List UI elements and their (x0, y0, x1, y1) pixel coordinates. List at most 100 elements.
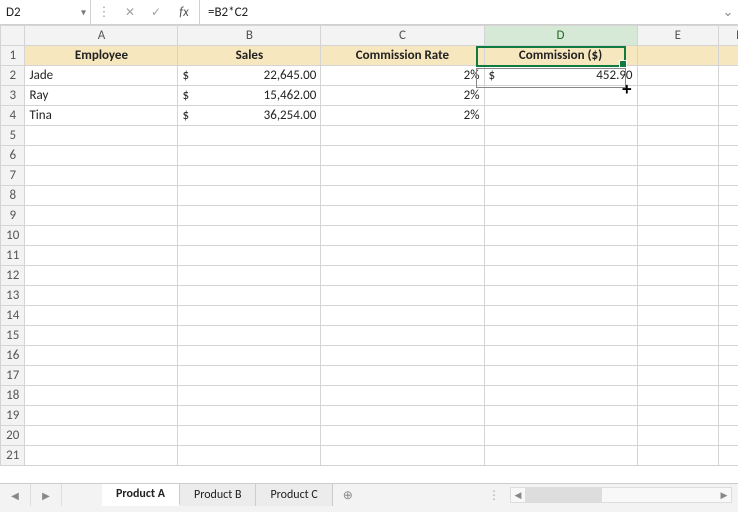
row-header[interactable]: 19 (1, 406, 25, 426)
cell[interactable] (719, 326, 738, 346)
cell[interactable]: 2% (321, 86, 484, 106)
cell[interactable] (719, 266, 738, 286)
cell[interactable] (321, 166, 484, 186)
cell[interactable]: $15,462.00 (178, 86, 321, 106)
row-header[interactable]: 4 (1, 106, 25, 126)
expand-formula-icon[interactable]: ⌄ (718, 0, 738, 24)
cell[interactable] (484, 246, 637, 266)
cell[interactable] (25, 146, 178, 166)
cell[interactable] (719, 206, 738, 226)
cell[interactable] (484, 406, 637, 426)
cell[interactable] (484, 266, 637, 286)
cell[interactable] (484, 186, 637, 206)
cell[interactable] (637, 166, 719, 186)
cell[interactable] (178, 286, 321, 306)
cell[interactable] (637, 106, 719, 126)
cell[interactable] (321, 326, 484, 346)
row-header[interactable]: 16 (1, 346, 25, 366)
scroll-thumb[interactable] (525, 488, 602, 502)
cell[interactable] (321, 126, 484, 146)
cell[interactable] (637, 206, 719, 226)
cell[interactable] (321, 346, 484, 366)
cell[interactable] (25, 186, 178, 206)
sheet-tab[interactable]: Product A (102, 484, 180, 506)
scroll-left-icon[interactable]: ◀ (511, 490, 525, 501)
row-header[interactable]: 11 (1, 246, 25, 266)
cell[interactable] (178, 346, 321, 366)
column-header-A[interactable]: A (25, 26, 178, 46)
cell[interactable] (484, 306, 637, 326)
cell[interactable] (719, 86, 738, 106)
cell[interactable] (321, 306, 484, 326)
cell[interactable] (719, 286, 738, 306)
cell[interactable] (25, 326, 178, 346)
column-header-C[interactable]: C (321, 26, 484, 46)
row-header[interactable]: 17 (1, 366, 25, 386)
cell[interactable] (637, 386, 719, 406)
row-header[interactable]: 2 (1, 66, 25, 86)
cell[interactable] (321, 446, 484, 466)
cell[interactable] (178, 266, 321, 286)
header-cell[interactable]: Commission ($) (484, 46, 637, 66)
cell[interactable] (178, 166, 321, 186)
cell[interactable] (321, 386, 484, 406)
cell[interactable] (637, 406, 719, 426)
cell[interactable] (178, 206, 321, 226)
cell[interactable] (719, 66, 738, 86)
cell[interactable] (178, 366, 321, 386)
cell[interactable] (25, 286, 178, 306)
cell[interactable] (178, 246, 321, 266)
row-header[interactable]: 12 (1, 266, 25, 286)
cell[interactable] (25, 226, 178, 246)
cell[interactable] (637, 306, 719, 326)
cell[interactable] (719, 226, 738, 246)
cell[interactable] (484, 226, 637, 246)
cell[interactable] (719, 126, 738, 146)
cell[interactable] (484, 206, 637, 226)
formula-input[interactable]: =B2*C2 (200, 0, 718, 24)
row-header[interactable]: 8 (1, 186, 25, 206)
cell[interactable] (178, 306, 321, 326)
dropdown-icon[interactable]: ▾ (81, 6, 86, 19)
header-cell[interactable]: Commission Rate (321, 46, 484, 66)
cell[interactable] (637, 246, 719, 266)
cell[interactable] (719, 346, 738, 366)
cell[interactable] (484, 446, 637, 466)
cell[interactable] (484, 426, 637, 446)
cell[interactable] (321, 146, 484, 166)
row-header[interactable]: 15 (1, 326, 25, 346)
cell[interactable] (484, 326, 637, 346)
cell[interactable] (484, 126, 637, 146)
cell[interactable] (719, 186, 738, 206)
name-box[interactable]: D2 ▾ (0, 0, 91, 24)
header-cell[interactable]: Employee (25, 46, 178, 66)
column-header-D[interactable]: D (484, 26, 637, 46)
cell[interactable] (178, 326, 321, 346)
cell[interactable] (637, 186, 719, 206)
column-header-B[interactable]: B (178, 26, 321, 46)
cell[interactable]: Tina (25, 106, 178, 126)
cell[interactable] (719, 106, 738, 126)
cell[interactable] (637, 126, 719, 146)
cell[interactable] (321, 246, 484, 266)
cell[interactable]: 2% (321, 66, 484, 86)
cell[interactable] (25, 386, 178, 406)
cell[interactable] (637, 366, 719, 386)
cell[interactable] (719, 386, 738, 406)
cell[interactable] (321, 206, 484, 226)
row-header[interactable]: 7 (1, 166, 25, 186)
cell[interactable] (25, 266, 178, 286)
cell[interactable] (484, 106, 637, 126)
cell[interactable] (178, 446, 321, 466)
cell[interactable] (484, 366, 637, 386)
cell[interactable] (178, 126, 321, 146)
header-cell[interactable] (719, 46, 738, 66)
cell[interactable] (25, 366, 178, 386)
cell[interactable]: Ray (25, 86, 178, 106)
cell[interactable] (719, 166, 738, 186)
cell[interactable]: 2% (321, 106, 484, 126)
cell[interactable]: $22,645.00 (178, 66, 321, 86)
row-header[interactable]: 14 (1, 306, 25, 326)
cell[interactable] (25, 426, 178, 446)
cell[interactable] (637, 266, 719, 286)
